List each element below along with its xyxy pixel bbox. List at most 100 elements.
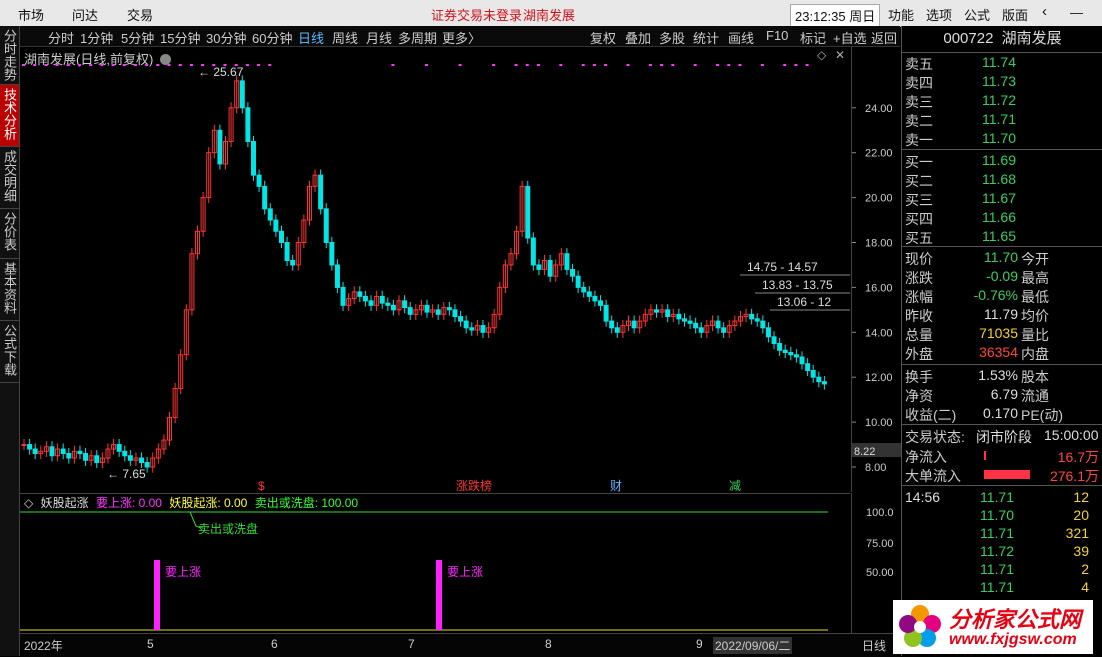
event-tag: 减 xyxy=(729,479,741,492)
back-arrow-icon[interactable]: ‹ xyxy=(1042,3,1047,20)
bid-row[interactable]: 买五 11.65 xyxy=(902,227,1102,246)
candle-body xyxy=(598,300,604,306)
fund-label: 收益(二) xyxy=(905,407,957,423)
candle-body xyxy=(693,322,699,329)
candle-body xyxy=(385,302,391,306)
tab-intraday[interactable]: 分时走势 xyxy=(0,26,19,85)
menu-market[interactable]: 市场 xyxy=(18,5,44,24)
indicator-dropdown-icon[interactable]: ◇ xyxy=(24,496,33,510)
ask-price: 11.70 xyxy=(982,130,1016,146)
period-weekly[interactable]: 周线 xyxy=(332,28,358,47)
period-indicator[interactable]: 日线 xyxy=(862,637,886,654)
stat-value: 71035 xyxy=(979,325,1018,341)
candle-body xyxy=(245,107,251,142)
period-intraday[interactable]: 分时 xyxy=(48,28,74,47)
period-15min[interactable]: 15分钟 xyxy=(160,28,200,47)
candle-body xyxy=(458,316,464,322)
menu-wenda[interactable]: 问达 xyxy=(72,5,98,24)
signal-marker xyxy=(738,64,742,66)
signal-marker xyxy=(122,64,126,66)
period-multi[interactable]: 多周期 xyxy=(398,28,437,47)
tool-statistics[interactable]: 统计 xyxy=(693,28,719,47)
candlestick-chart[interactable]: ← 25.67 ← 7.65 14.75 - 14.57 13.83 - 13.75 1… xyxy=(20,47,850,492)
candle-body xyxy=(21,444,27,447)
tool-add-watchlist[interactable]: +自选 xyxy=(833,28,867,47)
candle-body xyxy=(435,309,441,315)
period-daily[interactable]: 日线 xyxy=(298,28,324,47)
candle-body xyxy=(144,462,150,468)
tool-back[interactable]: 返回 xyxy=(871,28,897,47)
period-5min[interactable]: 5分钟 xyxy=(121,28,154,47)
tool-overlay[interactable]: 叠加 xyxy=(625,28,651,47)
stat-row: 现价 11.70 今开 xyxy=(902,248,1102,267)
candle-body xyxy=(715,320,721,329)
tool-multi-stock[interactable]: 多股 xyxy=(659,28,685,47)
signal-marker xyxy=(514,64,518,66)
tick-price: 11.70 xyxy=(980,507,1014,523)
menu-functions[interactable]: 功能 xyxy=(888,5,914,24)
period-30min[interactable]: 30分钟 xyxy=(206,28,246,47)
candle-body xyxy=(564,253,570,270)
price-tick-label: 22.00 xyxy=(865,148,893,160)
ask-row[interactable]: 卖四 11.73 xyxy=(902,72,1102,91)
tab-technical[interactable]: 技术分析 xyxy=(0,85,19,147)
ask-row[interactable]: 卖二 11.71 xyxy=(902,110,1102,129)
bid-row[interactable]: 买三 11.67 xyxy=(902,189,1102,208)
tab-trades[interactable]: 成交明细 xyxy=(0,147,19,209)
indicator-name[interactable]: 妖股起涨 xyxy=(41,496,89,510)
menu-layout[interactable]: 版面 xyxy=(1002,5,1028,24)
signal-marker xyxy=(245,64,249,66)
big-inflow-label: 大单流入 xyxy=(905,468,961,484)
ask-row[interactable]: 卖五 11.74 xyxy=(902,53,1102,72)
candle-body xyxy=(687,320,693,324)
indicator-chart[interactable]: 卖出或洗盘要上涨 要上涨 xyxy=(20,510,850,632)
period-1min[interactable]: 1分钟 xyxy=(80,28,113,47)
period-toolbar: 分时 1分钟 5分钟 15分钟 30分钟 60分钟 日线 周线 月线 多周期 更… xyxy=(20,26,900,47)
candle-body xyxy=(127,455,133,461)
tool-mark[interactable]: 标记 xyxy=(800,28,826,47)
tab-price-table[interactable]: 分价表 xyxy=(0,209,19,259)
period-60min[interactable]: 60分钟 xyxy=(252,28,292,47)
bid-row[interactable]: 买二 11.68 xyxy=(902,170,1102,189)
minimize-icon[interactable]: — xyxy=(1070,5,1083,20)
cursor-price-label: 8.22 xyxy=(854,446,875,458)
watermark-url: www.fxjgsw.com xyxy=(949,631,1077,648)
ask-row[interactable]: 卖一 11.70 xyxy=(902,129,1102,148)
ask-row[interactable]: 卖三 11.72 xyxy=(902,91,1102,110)
candle-body xyxy=(821,381,827,385)
ask-label: 卖一 xyxy=(905,132,933,148)
bid-row[interactable]: 买四 11.66 xyxy=(902,208,1102,227)
signal-marker xyxy=(525,64,529,66)
event-tag: 财 xyxy=(610,479,622,492)
watermark-logo: 分析家公式网 www.fxjgsw.com xyxy=(893,600,1093,654)
bid-row[interactable]: 买一 11.69 xyxy=(902,151,1102,170)
login-notice[interactable]: 证券交易未登录 xyxy=(431,5,522,24)
menu-formula[interactable]: 公式 xyxy=(964,5,990,24)
ask-label: 卖五 xyxy=(905,56,933,72)
candle-body xyxy=(362,295,368,302)
date-month-8: 8 xyxy=(545,637,552,651)
signal-marker xyxy=(794,64,798,66)
period-more[interactable]: 更多〉 xyxy=(442,28,481,47)
bid-label: 买一 xyxy=(905,154,933,170)
tool-f10[interactable]: F10 xyxy=(766,28,788,43)
menu-options[interactable]: 选项 xyxy=(926,5,952,24)
flower-logo-icon xyxy=(899,605,941,647)
tab-basic-info[interactable]: 基本资料 xyxy=(0,259,19,321)
tab-formula-download[interactable]: 公式下载 xyxy=(0,321,19,383)
tick-row: 14:56 11.71 12 xyxy=(902,488,1102,507)
bid-label: 买四 xyxy=(905,211,933,227)
candle-body xyxy=(446,307,452,311)
tool-draw[interactable]: 画线 xyxy=(728,28,754,47)
candle-body xyxy=(676,313,682,320)
tick-price: 11.71 xyxy=(980,561,1014,577)
indicator-line3: 卖出或洗盘: 100.00 xyxy=(254,496,359,510)
signal-marker xyxy=(727,64,731,66)
period-monthly[interactable]: 月线 xyxy=(366,28,392,47)
stat-label: 外盘 xyxy=(905,346,933,362)
menu-trade[interactable]: 交易 xyxy=(127,5,153,24)
candle-body xyxy=(318,174,324,210)
candle-body xyxy=(681,318,687,322)
tool-adjust[interactable]: 复权 xyxy=(590,28,616,47)
candle-body xyxy=(27,444,33,450)
